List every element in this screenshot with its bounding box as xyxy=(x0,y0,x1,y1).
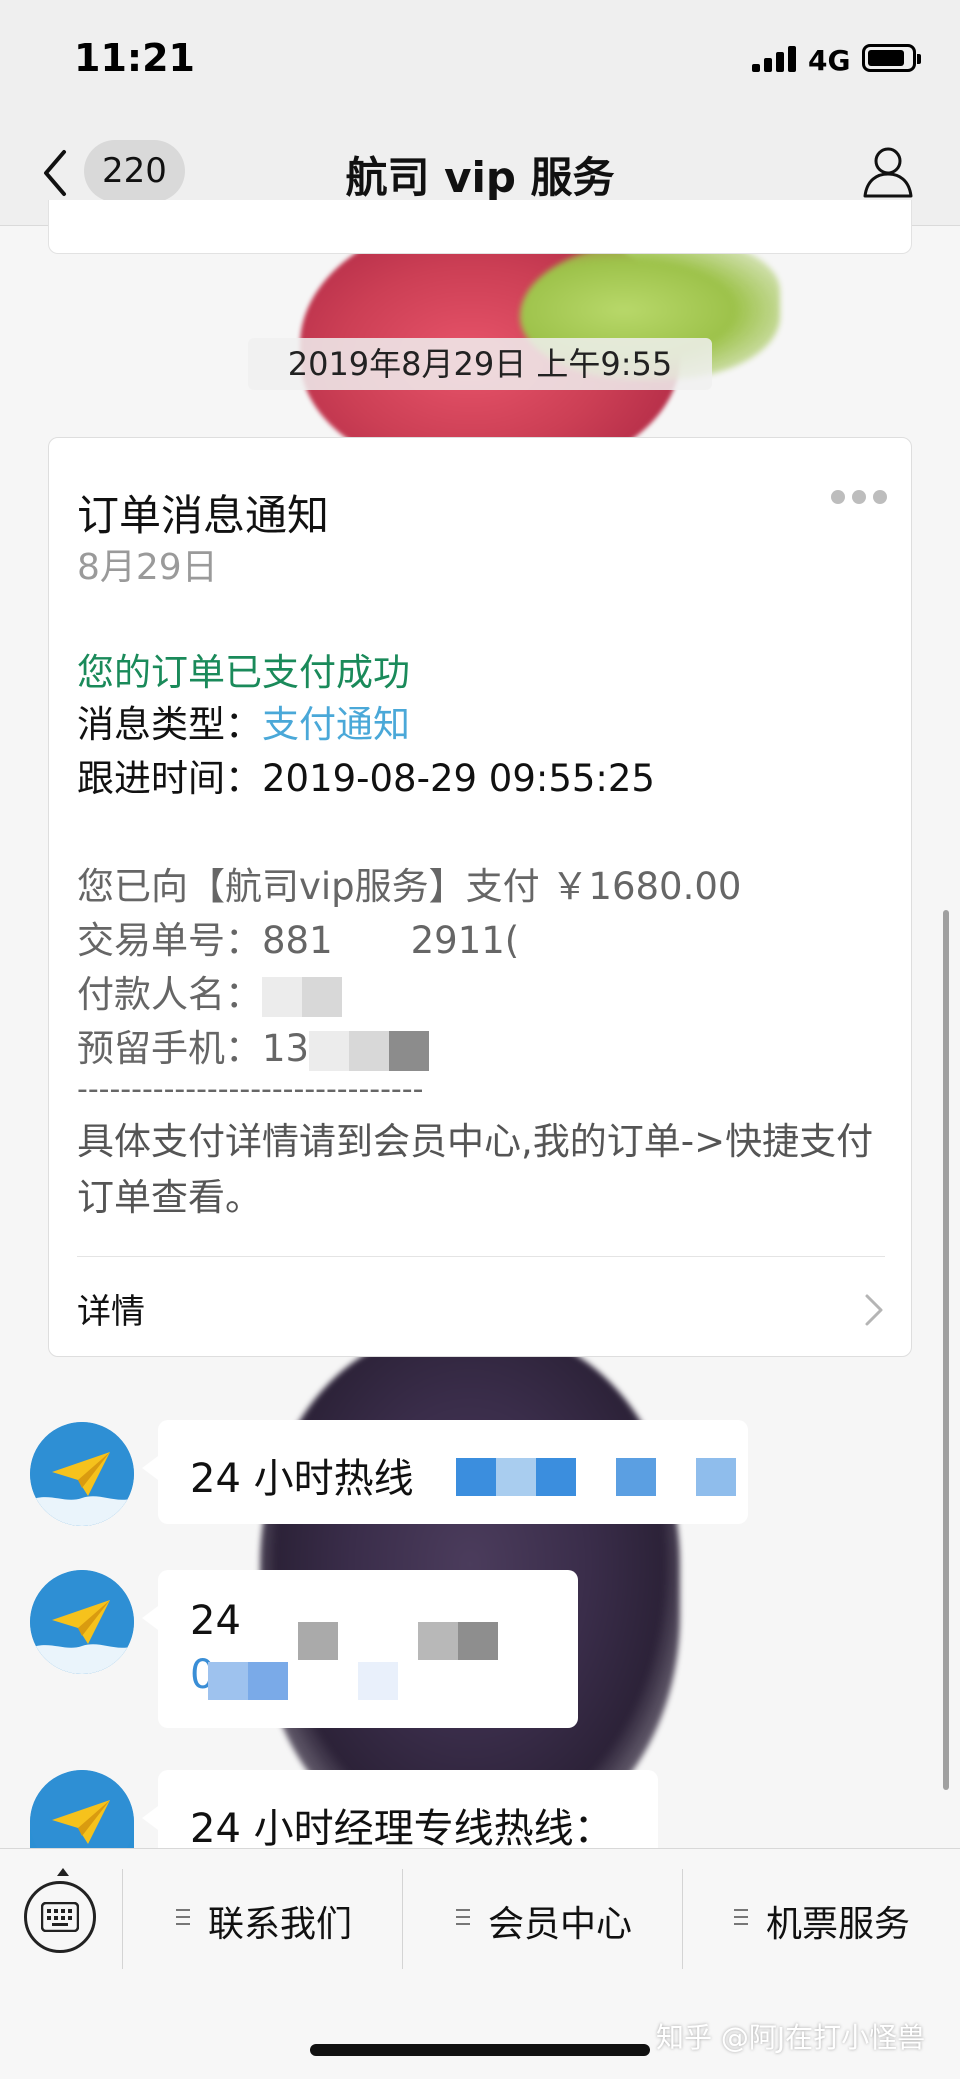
message-type-row: 消息类型：支付通知 xyxy=(77,694,410,748)
menu-label: 机票服务 xyxy=(766,1904,911,1945)
chevron-right-icon xyxy=(865,1294,883,1326)
paper-plane-icon xyxy=(30,1570,134,1674)
menu-item-member-center[interactable]: 会员中心 xyxy=(404,1869,682,1969)
payment-line: 您已向【航司vip服务】支付 ￥1680.00 xyxy=(77,865,742,908)
signal-icon xyxy=(752,46,798,72)
chevron-left-icon[interactable] xyxy=(40,148,70,198)
separator-line: -------------------------------- xyxy=(77,1072,424,1107)
payer-name-label: 付款人名： xyxy=(77,973,262,1016)
more-icon[interactable] xyxy=(831,490,887,506)
home-indicator[interactable] xyxy=(310,2044,650,2056)
watermark: 知乎 @阿J在打小怪兽 xyxy=(656,2021,926,2054)
redacted-mosaic xyxy=(458,1622,498,1660)
redacted-mosaic xyxy=(248,1662,288,1700)
message-text: 24 小时热线 xyxy=(190,1456,414,1502)
menu-divider xyxy=(682,1869,683,1969)
message-bubble[interactable]: 24 小时热线 xyxy=(142,1420,748,1524)
order-notification-card[interactable]: 订单消息通知 8月29日 您的订单已支付成功 消息类型：支付通知 跟进时间：20… xyxy=(48,437,912,1357)
person-icon[interactable] xyxy=(862,144,914,198)
redacted-mosaic xyxy=(418,1622,458,1660)
status-time: 11:21 xyxy=(74,36,195,80)
message-bubble[interactable]: 24 0 xyxy=(142,1570,578,1728)
menu-divider xyxy=(122,1869,123,1969)
follow-time-row: 跟进时间：2019-08-29 09:55:25 xyxy=(77,748,655,802)
order-number-part1: 881 xyxy=(262,919,333,962)
page-title: 航司 vip 服务 xyxy=(345,153,615,202)
redacted-mosaic xyxy=(349,1030,390,1071)
redacted-mosaic xyxy=(309,1030,350,1071)
keyboard-icon xyxy=(41,1902,79,1932)
official-account-avatar[interactable] xyxy=(30,1422,134,1526)
menu-divider xyxy=(402,1869,403,1969)
message-bubble[interactable]: 24 小时经理专线热线： xyxy=(142,1770,658,1852)
details-link[interactable]: 详情 xyxy=(77,1276,885,1346)
network-label: 4G xyxy=(808,44,851,77)
follow-time-label: 跟进时间： xyxy=(77,757,262,800)
payer-name-row: 付款人名： xyxy=(77,964,342,1018)
battery-icon xyxy=(862,44,921,72)
message-text-line1: 24 xyxy=(190,1598,241,1644)
phone-partial: 13 xyxy=(262,1027,310,1070)
card-date: 8月29日 xyxy=(77,547,218,588)
menu-list-icon xyxy=(456,1907,470,1927)
details-label: 详情 xyxy=(77,1292,145,1332)
scrollbar[interactable] xyxy=(943,910,949,1790)
redacted-mosaic xyxy=(616,1458,656,1496)
message-type-value: 支付通知 xyxy=(262,703,410,746)
redacted-mosaic xyxy=(358,1662,398,1700)
redacted-mosaic xyxy=(456,1458,496,1496)
help-text: 具体支付详情请到会员中心,我的订单->快捷支付订单查看。 xyxy=(77,1120,874,1219)
order-number-part2: 2911( xyxy=(410,919,520,962)
card-title: 订单消息通知 xyxy=(77,491,330,540)
message-text: 24 小时经理专线热线： xyxy=(190,1806,614,1852)
phone-label: 预留手机： xyxy=(77,1027,262,1070)
redacted-mosaic xyxy=(536,1458,576,1496)
order-number-row: 交易单号：881 2911( xyxy=(77,910,519,964)
menu-label: 会员中心 xyxy=(488,1904,633,1945)
paper-plane-icon xyxy=(30,1422,134,1526)
message-timestamp: 2019年8月29日 上午9:55 xyxy=(248,338,712,390)
previous-message-card xyxy=(48,200,912,254)
menu-item-contact-us[interactable]: 联系我们 xyxy=(124,1869,402,1969)
order-number-label: 交易单号： xyxy=(77,919,262,962)
card-divider xyxy=(77,1256,885,1257)
redacted-mosaic xyxy=(389,1030,430,1071)
menu-list-icon xyxy=(734,1907,748,1927)
redacted-mosaic xyxy=(696,1458,736,1496)
redacted-mosaic xyxy=(262,976,302,1017)
status-bar: 11:21 4G xyxy=(0,0,960,118)
menu-label: 联系我们 xyxy=(208,1904,353,1945)
phone-row: 预留手机：13 xyxy=(77,1018,430,1072)
keyboard-toggle-button[interactable] xyxy=(24,1868,96,1953)
unread-count-badge[interactable]: 220 xyxy=(84,140,185,202)
message-type-label: 消息类型： xyxy=(77,703,262,746)
redacted-mosaic xyxy=(496,1458,536,1496)
redacted-mosaic xyxy=(208,1662,248,1700)
menu-item-flight-service[interactable]: 机票服务 xyxy=(684,1869,960,1969)
redacted-mosaic xyxy=(302,976,342,1017)
follow-time-value: 2019-08-29 09:55:25 xyxy=(262,757,655,800)
official-account-avatar[interactable] xyxy=(30,1570,134,1674)
payment-status: 您的订单已支付成功 xyxy=(77,651,410,694)
menu-list-icon xyxy=(176,1907,190,1927)
redacted-mosaic xyxy=(298,1622,338,1660)
